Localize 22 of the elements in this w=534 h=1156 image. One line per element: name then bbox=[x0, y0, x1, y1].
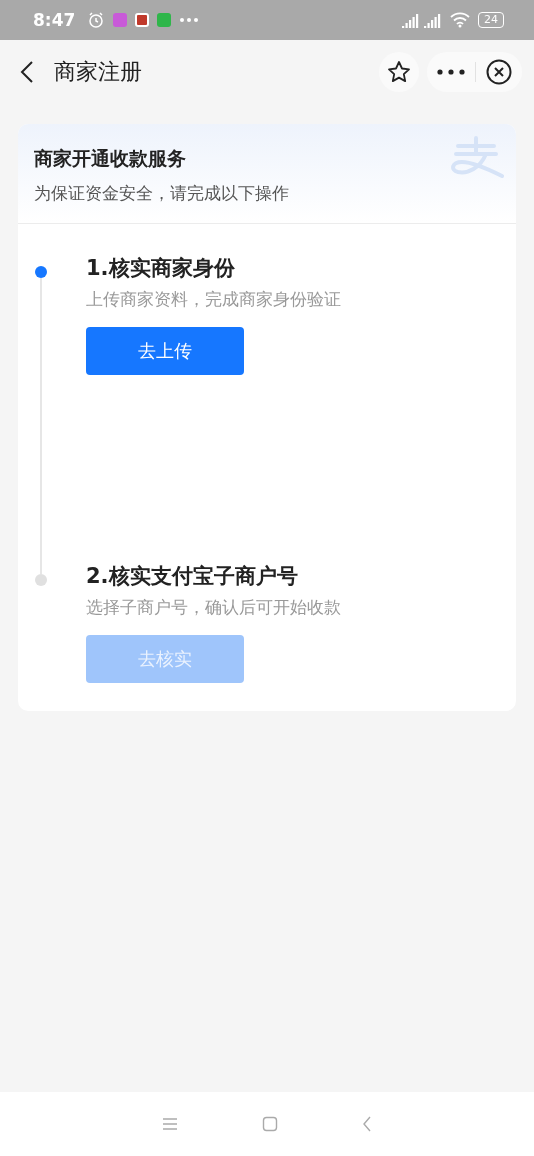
alarm-icon bbox=[87, 11, 106, 29]
step-button[interactable]: 去上传 bbox=[86, 327, 244, 375]
page-title: 商家注册 bbox=[54, 58, 143, 86]
card-subtitle: 为保证资金安全，请完成以下操作 bbox=[34, 182, 290, 205]
step-title: 2.核实支付宝子商户号 bbox=[86, 563, 299, 590]
star-icon[interactable] bbox=[387, 60, 411, 84]
payment-logo-icon bbox=[450, 136, 506, 178]
status-time: 8:47 bbox=[33, 10, 76, 30]
step-title: 1.核实商家身份 bbox=[86, 255, 236, 282]
wifi-icon bbox=[450, 12, 470, 28]
more-notifications-icon bbox=[179, 17, 200, 23]
app-notification-icon bbox=[157, 13, 172, 27]
step-description: 上传商家资料，完成商家身份验证 bbox=[86, 288, 341, 311]
app-notification-icon bbox=[113, 13, 128, 27]
more-icon[interactable] bbox=[437, 69, 465, 75]
step-description: 选择子商户号，确认后可开始收款 bbox=[86, 596, 341, 619]
close-icon[interactable] bbox=[486, 59, 512, 85]
card-title: 商家开通收款服务 bbox=[34, 146, 186, 171]
signal-icon bbox=[402, 12, 442, 28]
battery-level: 24 bbox=[478, 12, 504, 28]
back-icon[interactable] bbox=[20, 60, 34, 84]
app-notification-icon bbox=[135, 13, 150, 27]
